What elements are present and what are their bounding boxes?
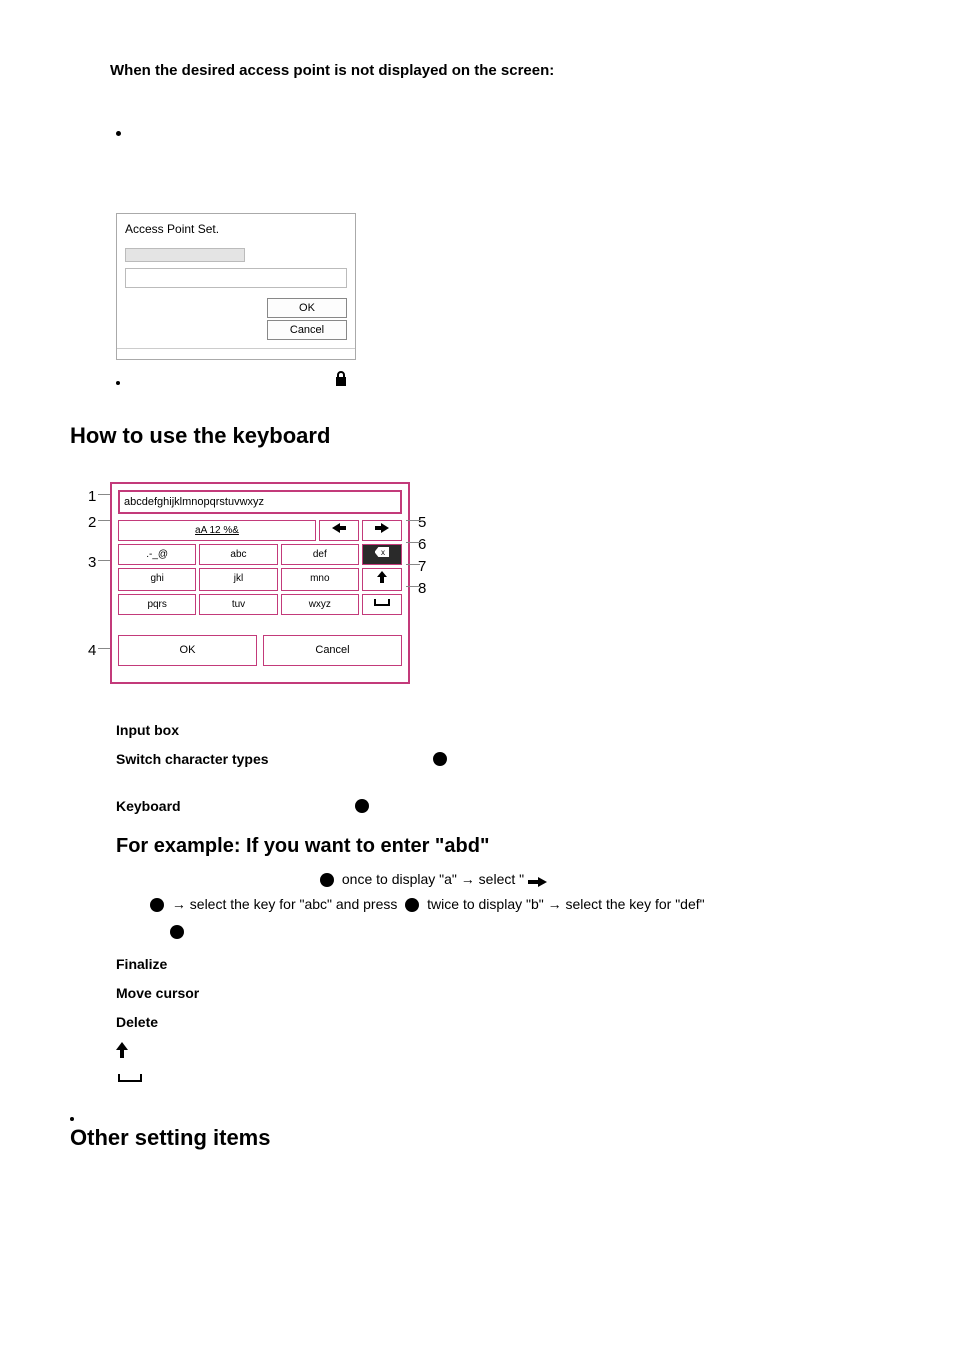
def-move-cursor: Move cursor [116,983,884,1004]
svg-text:x: x [381,548,385,557]
dialog-box[interactable] [125,268,347,288]
dialog-input[interactable] [125,248,245,262]
callout-3: 3 [88,552,96,575]
bullet-icon [116,381,120,385]
key-tuv[interactable]: tuv [199,594,277,615]
callout-4: 4 [88,640,96,663]
keyboard-section-title: How to use the keyboard [70,419,884,452]
keyboard-diagram: 1 2 3 4 abcdefghijklmnopqrstuvwxyz aA 12… [80,482,440,692]
bullet-blank-1 [116,123,884,183]
key-shift[interactable] [362,568,402,591]
callout-1: 1 [88,486,96,509]
key-def[interactable]: def [281,544,359,565]
arrow-right-icon [375,525,389,536]
callout-7: 7 [418,556,426,579]
space-icon [70,1066,884,1090]
center-button-icon [320,873,334,887]
arrow-right-icon [528,877,547,887]
key-mode[interactable]: aA 12 %& [118,520,316,541]
keyboard-text-field[interactable]: abcdefghijklmnopqrstuvwxyz [118,490,402,515]
key-cursor-right[interactable] [362,520,402,541]
flow-text-c: twice to display "b" → select the key fo… [427,896,704,912]
space-icon [374,599,390,610]
callout-5: 5 [418,512,426,535]
callout-6: 6 [418,534,426,557]
delete-icon: x [375,549,389,560]
flow-text-a: once to display "a" → select " [342,871,528,887]
key-symbols[interactable]: .-_@ [118,544,196,565]
center-button-icon [170,925,184,939]
dialog-title: Access Point Set. [117,214,355,244]
key-mno[interactable]: mno [281,568,359,591]
up-arrow-icon [116,1039,884,1066]
key-jkl[interactable]: jkl [199,568,277,591]
access-point-dialog: Access Point Set. OK Cancel [116,213,356,360]
up-arrow-icon [377,575,387,586]
bullet-icon [116,131,121,136]
callout-2: 2 [88,512,96,535]
key-pqrs[interactable]: pqrs [118,594,196,615]
key-cursor-left[interactable] [319,520,359,541]
definitions: Input box Switch character types Keyboar… [116,720,884,1034]
keyboard-cancel-button[interactable]: Cancel [263,635,402,666]
flow-text-b: → select the key for "abc" and press [172,896,401,912]
heading-access-point: When the desired access point is not dis… [110,60,884,83]
def-delete: Delete [116,1012,884,1033]
center-button-icon [405,898,419,912]
key-wxyz[interactable]: wxyz [281,594,359,615]
center-button-icon [355,799,369,813]
def-input-box: Input box [116,720,884,741]
keyboard-frame: abcdefghijklmnopqrstuvwxyz aA 12 %& .-_@… [110,482,410,684]
center-button-icon [150,898,164,912]
lock-row [116,368,884,395]
other-settings-title: Other setting items [70,1121,884,1154]
key-abc[interactable]: abc [199,544,277,565]
callout-8: 8 [418,578,426,601]
cancel-button[interactable]: Cancel [267,320,347,340]
arrow-left-icon [332,525,346,536]
def-switch-chars: Switch character types [116,749,269,770]
key-space[interactable] [362,594,402,615]
def-finalize: Finalize [116,954,884,975]
center-button-icon [433,752,447,766]
def-keyboard: Keyboard [116,796,181,817]
keyboard-ok-button[interactable]: OK [118,635,257,666]
lock-icon [334,368,348,395]
ok-button[interactable]: OK [267,298,347,318]
example-flow: once to display "a" → select " → select … [116,867,884,945]
other-settings-bullet [70,1108,884,1121]
key-delete[interactable]: x [362,544,402,565]
key-ghi[interactable]: ghi [118,568,196,591]
example-heading: For example: If you want to enter "abd" [116,831,884,861]
